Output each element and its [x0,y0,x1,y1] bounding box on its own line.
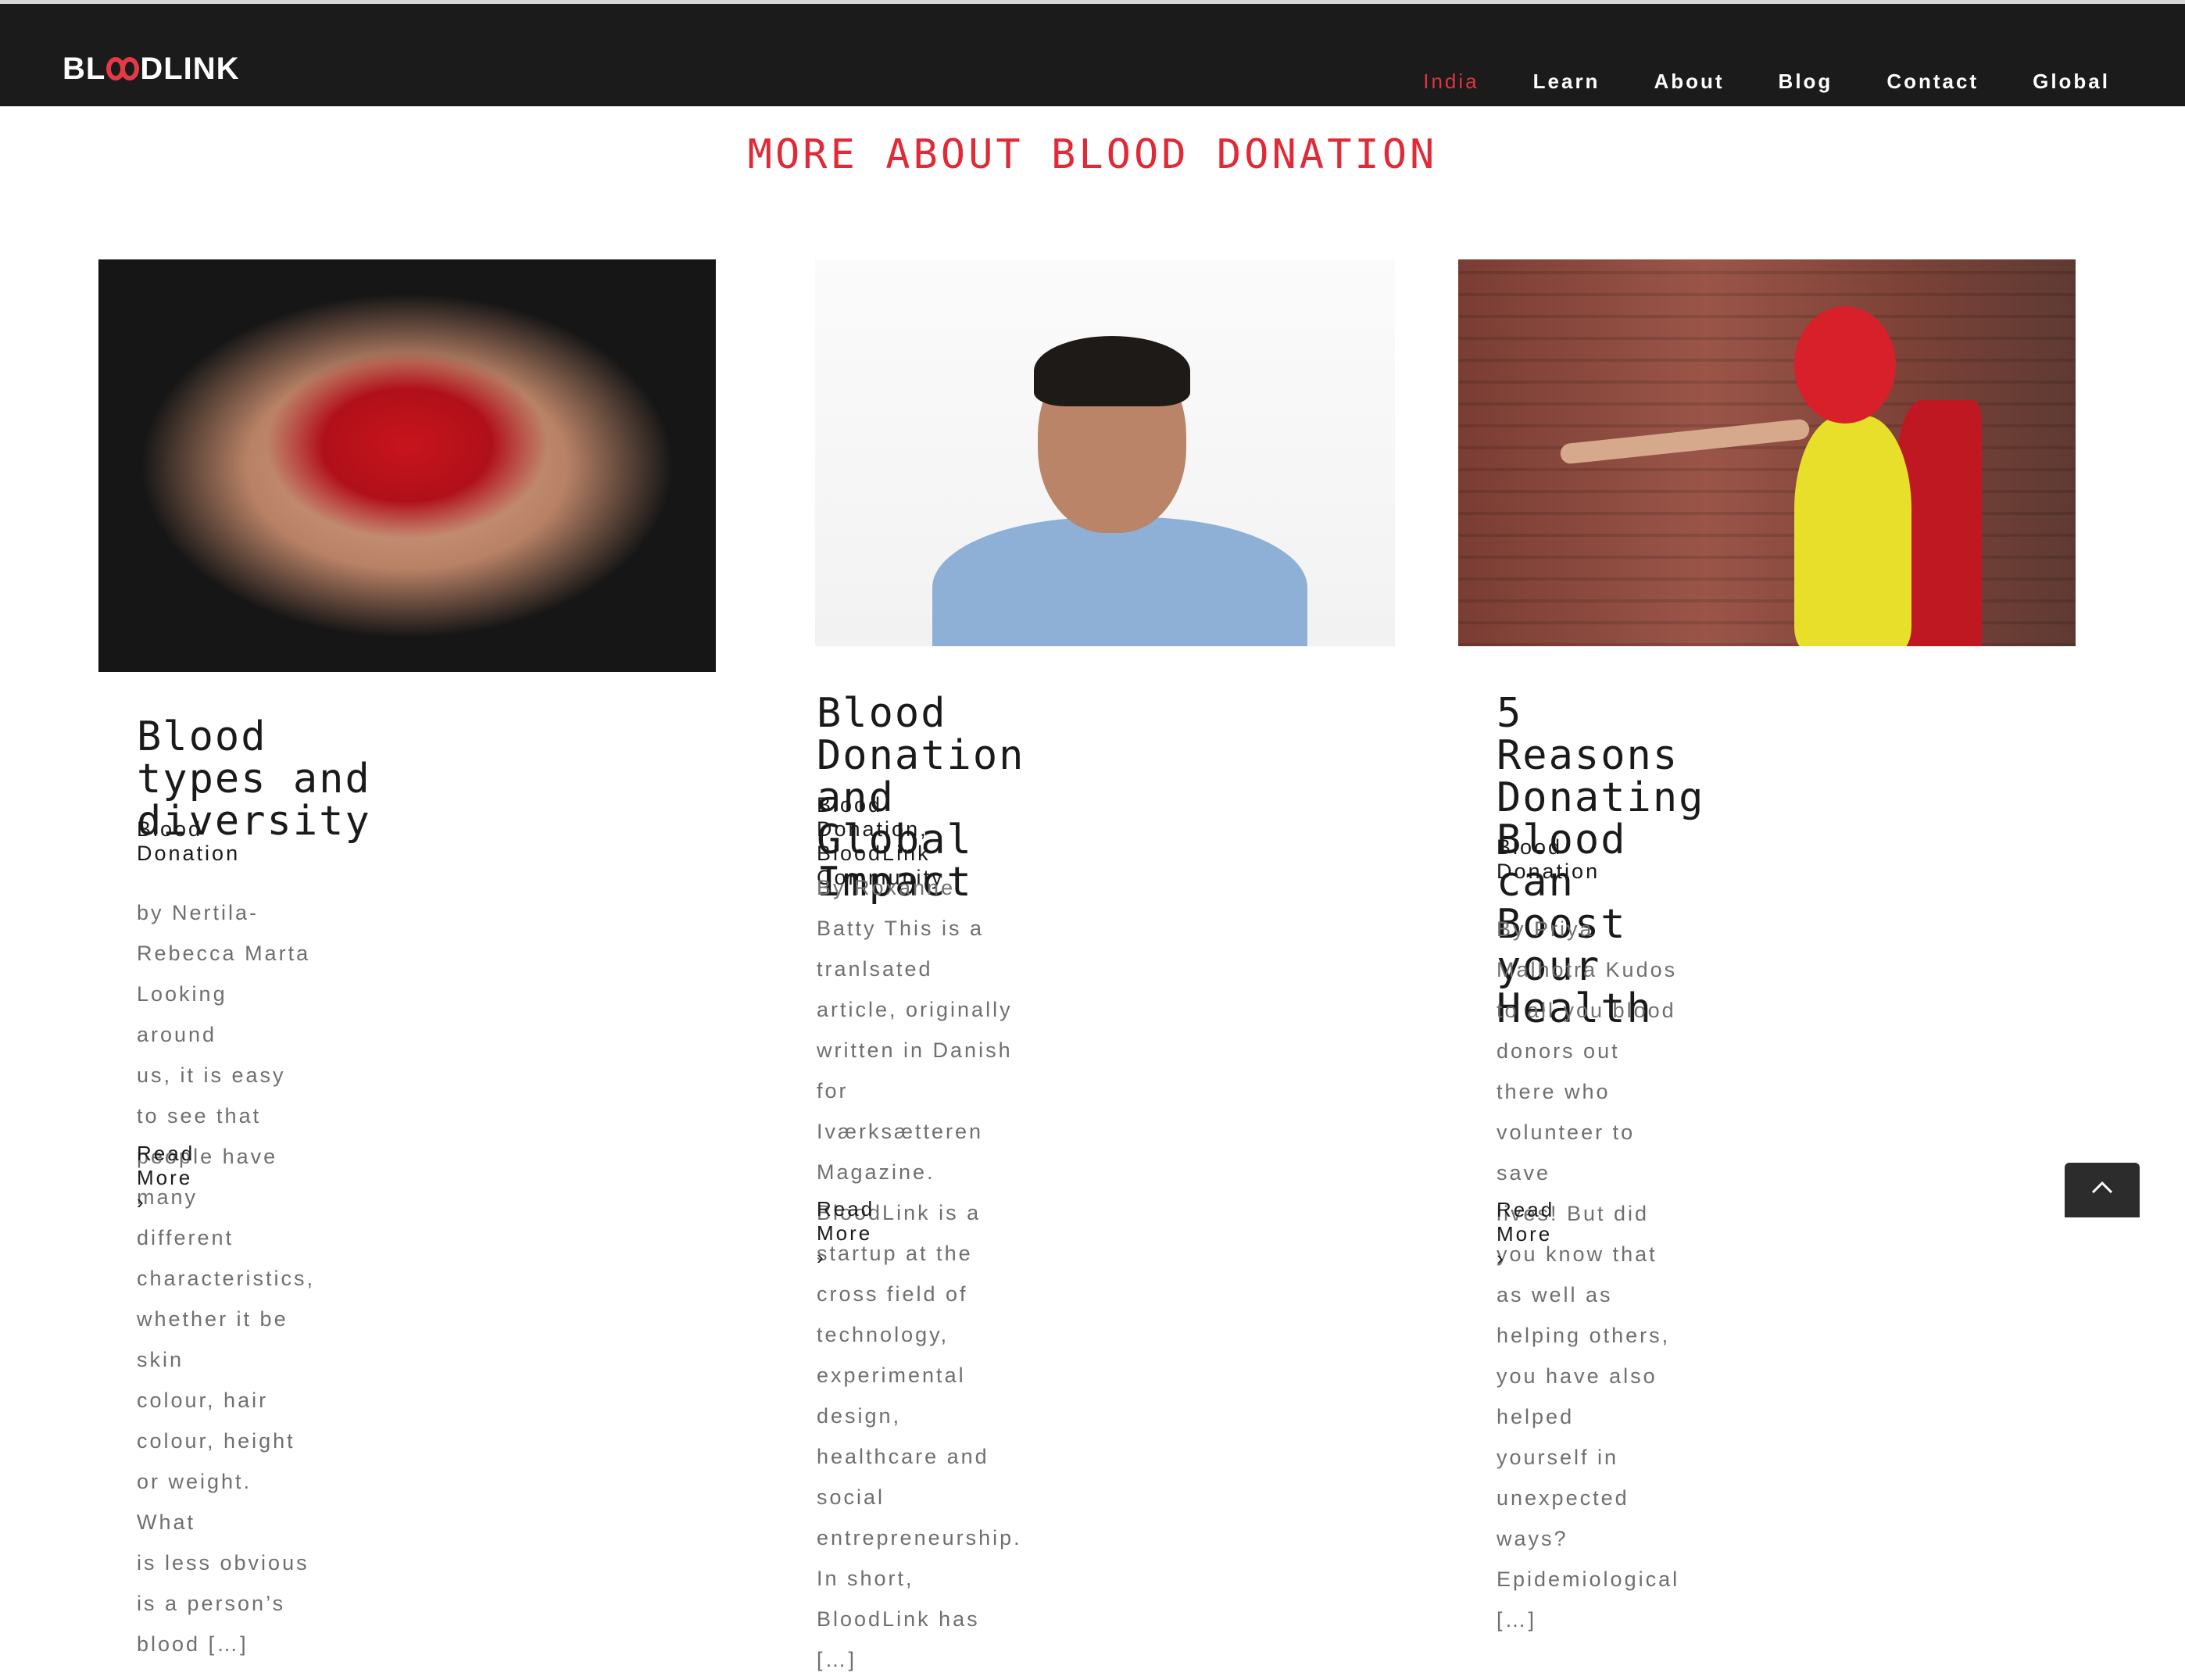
read-more-link[interactable]: Read More › [1497,1198,1554,1271]
excerpt-line: helping others, you have also helped [1497,1324,1671,1428]
category-link[interactable]: Blood Donation [817,793,920,841]
excerpt-line: Epidemiological […] [1497,1567,1680,1632]
post-categories: Blood Donation [1497,835,1600,884]
read-more-link[interactable]: Read More › [137,1142,195,1214]
nav-about[interactable]: About [1654,70,1724,94]
chevron-right-icon: › [817,1246,826,1269]
excerpt-line: yourself in unexpected ways? [1497,1446,1629,1550]
excerpt-line: entrepreneurship. In short, BloodLink ha… [817,1526,1022,1631]
post-title-line[interactable]: 5 Reasons Donating [1497,690,1704,821]
logo-rings-icon [106,57,140,80]
bloodlink-logo[interactable]: BL DLINK [63,51,240,86]
logo-text-left: BL [63,51,106,86]
category-link[interactable]: Blood Donation [137,817,240,865]
excerpt-line: different characteristics, whether it be… [137,1226,316,1371]
nav-contact[interactable]: Contact [1886,70,1979,94]
post-excerpt: by Nertila-Rebecca Marta Looking around … [137,892,315,1664]
nav-learn[interactable]: Learn [1533,70,1600,94]
excerpt-line: By Priya Malhotra Kudos to all you blood [1497,917,1678,1022]
excerpt-line: is less obvious is a person’s blood […] [137,1551,309,1656]
scroll-to-top-button[interactable] [2065,1163,2140,1217]
category-separator: , [920,817,928,841]
section-title: MORE ABOUT BLOOD DONATION [747,131,1438,178]
logo-text-right: DLINK [140,51,240,86]
hero-mask [1794,306,1896,424]
excerpt-line: article, originally written in Danish fo… [817,998,1013,1103]
site-header: BL DLINK India Learn About Blog Contact … [0,4,2185,106]
portrait-hair [1034,336,1190,406]
excerpt-line: By Roxanne Batty This is a tranlsated [817,876,985,981]
post-categories: Blood Donation [137,817,240,866]
portrait-shirt [932,517,1307,646]
post-image-hands[interactable] [98,259,716,672]
chevron-right-icon: › [137,1190,146,1214]
post-image-portrait[interactable] [815,259,1395,646]
chevron-right-icon: › [1497,1246,1506,1270]
read-more-label: Read More [137,1142,195,1189]
nav-india[interactable]: India [1423,70,1479,94]
hero-arm [1559,418,1811,465]
nav-global[interactable]: Global [2033,70,2110,94]
read-more-label: Read More [817,1197,875,1245]
read-more-link[interactable]: Read More › [817,1197,874,1270]
chevron-up-icon [2091,1181,2113,1194]
nav-blog[interactable]: Blog [1779,70,1833,94]
excerpt-line: by Nertila-Rebecca Marta Looking around [137,901,311,1046]
post-excerpt: By Priya Malhotra Kudos to all you blood… [1497,909,1679,1640]
read-more-label: Read More [1497,1198,1555,1246]
post-image-superhero[interactable] [1458,259,2076,646]
post-excerpt: By Roxanne Batty This is a tranlsated ar… [817,867,1022,1680]
excerpt-line: […] [817,1648,857,1671]
excerpt-line: donors out there who volunteer to save [1497,1039,1636,1185]
main-nav: India Learn About Blog Contact Global [1369,70,2110,94]
category-link[interactable]: Blood Donation [1497,835,1600,883]
post-title-line[interactable]: Blood types and [137,713,371,802]
excerpt-line: experimental design, healthcare and soci… [817,1364,989,1509]
hero-body [1794,416,1911,646]
excerpt-line: colour, hair colour, height or weight. W… [137,1389,295,1534]
